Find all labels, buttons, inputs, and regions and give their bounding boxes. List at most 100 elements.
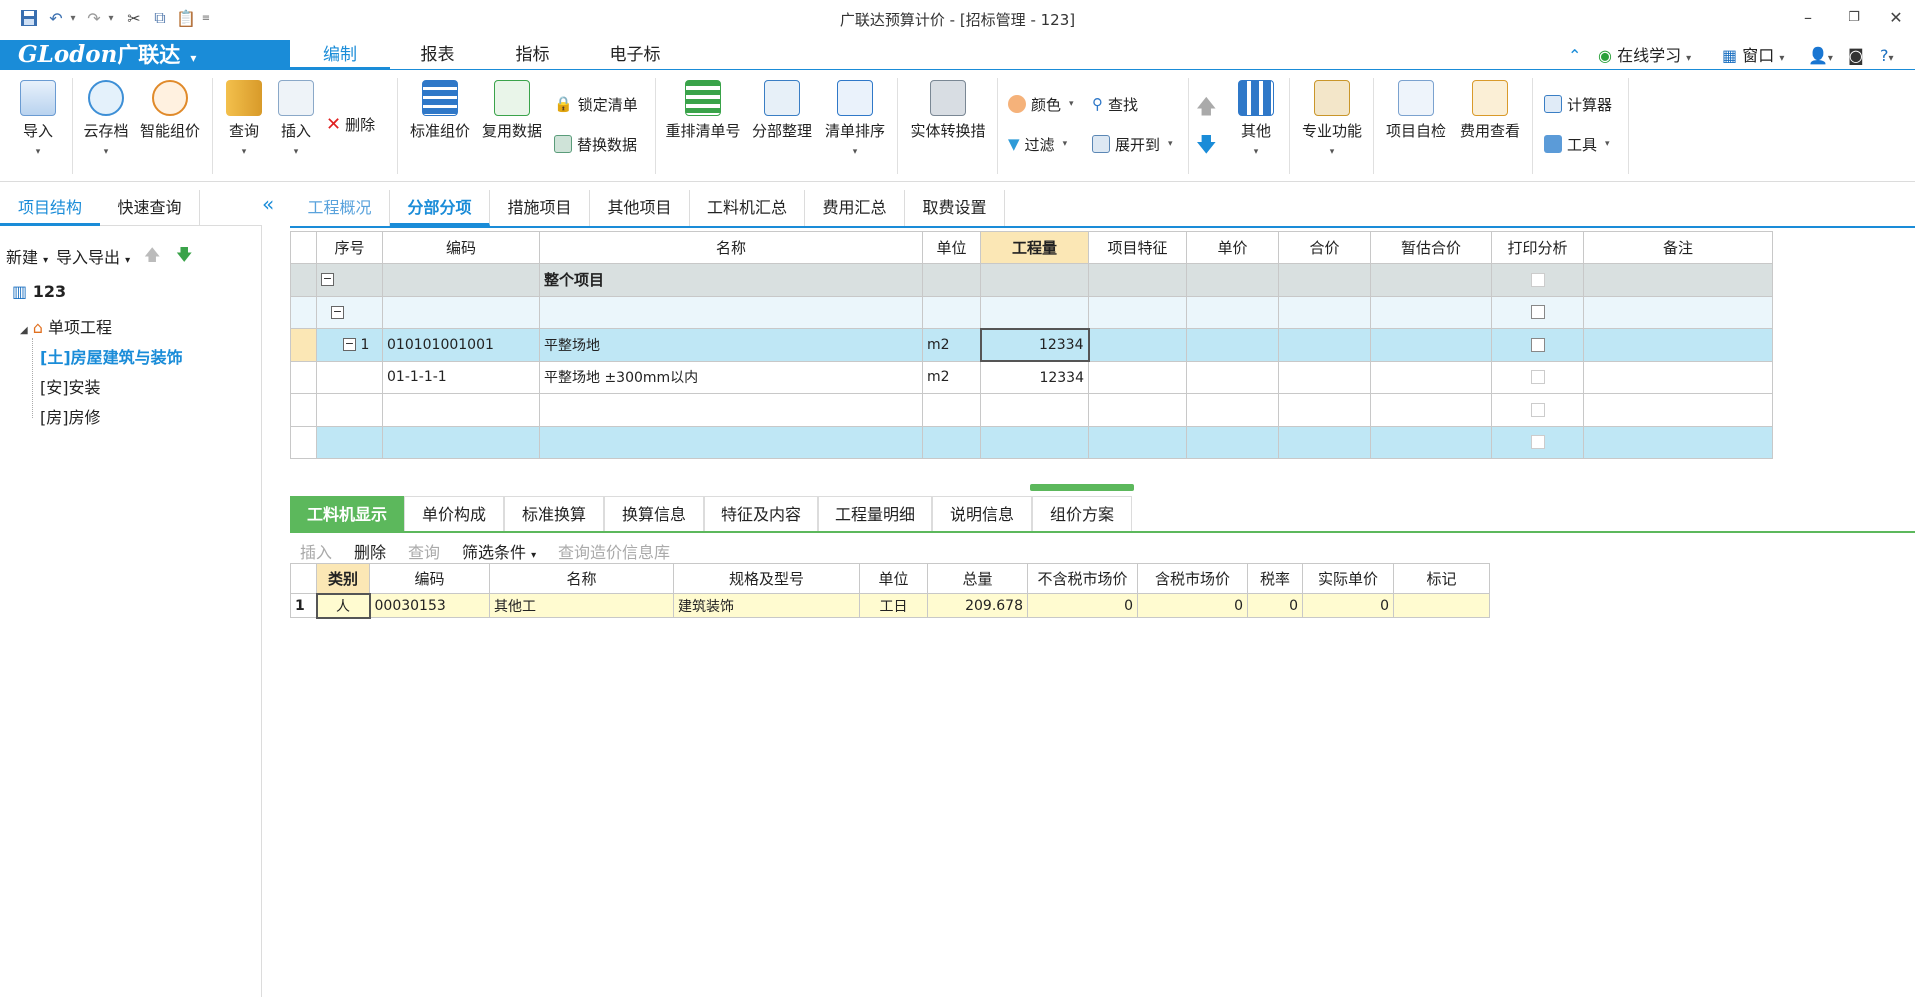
collapse-box-icon[interactable]: − (343, 338, 356, 352)
query-button[interactable]: 查询 ▾ (222, 80, 266, 157)
cell-price-in[interactable]: 0 (1137, 593, 1248, 618)
cell-code[interactable]: 01-1-1-1 (382, 360, 540, 394)
cell-print[interactable] (1491, 393, 1584, 427)
cell[interactable] (1278, 393, 1371, 427)
cell-code[interactable]: 00030153 (369, 593, 490, 618)
cell-seq[interactable] (316, 393, 383, 427)
tab-description[interactable]: 说明信息 (932, 496, 1032, 532)
col-header[interactable]: 规格及型号 (673, 563, 860, 594)
tab-project-overview[interactable]: 工程概况 (290, 190, 390, 226)
cloud-archive-button[interactable]: 云存档 ▾ (80, 80, 132, 157)
tab-features[interactable]: 特征及内容 (704, 496, 818, 532)
cell-name[interactable] (539, 295, 923, 329)
tab-pricing-plan[interactable]: 组价方案 (1032, 496, 1132, 532)
find-button[interactable]: ⚲ 查找 (1092, 92, 1138, 116)
cell[interactable] (1278, 263, 1371, 297)
cell[interactable] (1088, 425, 1187, 459)
cell-name[interactable]: 平整场地 ±300mm以内 (539, 360, 923, 394)
cell-qty[interactable] (980, 295, 1089, 329)
robot-icon[interactable]: ◙ (1848, 44, 1864, 68)
print-checkbox[interactable] (1530, 272, 1545, 287)
cell-qty[interactable] (980, 425, 1089, 459)
insert-button[interactable]: 插入 ▾ (274, 80, 318, 157)
tab-quantity-detail[interactable]: 工程量明细 (818, 496, 932, 532)
row-number[interactable]: 1 (290, 593, 317, 618)
tab-material-summary[interactable]: 工料机汇总 (690, 190, 805, 226)
row-header[interactable] (290, 295, 317, 329)
tab-sub-items[interactable]: 分部分项 (390, 190, 490, 226)
delete-button[interactable]: ✕ 删除 (326, 112, 375, 136)
cell-note[interactable] (1583, 263, 1773, 297)
cell-name[interactable]: 整个项目 (539, 263, 923, 297)
cell-note[interactable] (1583, 295, 1773, 329)
replace-data-button[interactable]: 替换数据 (554, 132, 637, 156)
user-icon[interactable]: 👤▾ (1808, 44, 1833, 68)
move-up-icon[interactable]: 🡅 (1196, 92, 1217, 126)
cell-seq[interactable] (316, 425, 383, 459)
sort-list-button[interactable]: 清单排序 ▾ (822, 80, 888, 157)
row-header[interactable] (290, 393, 317, 427)
cell-unit[interactable] (922, 295, 981, 329)
table-row[interactable] (290, 393, 1773, 427)
bottom-insert-button[interactable]: 插入 (300, 539, 332, 563)
cell[interactable] (1186, 263, 1279, 297)
tab-fee-settings[interactable]: 取费设置 (905, 190, 1005, 226)
cell-unit[interactable]: m2 (922, 360, 981, 394)
cell[interactable] (1370, 263, 1492, 297)
menu-tab-index[interactable]: 指标 (485, 40, 580, 70)
table-row[interactable]: 01-1-1-1 平整场地 ±300mm以内 m2 12334 (290, 360, 1773, 394)
tab-material-display[interactable]: 工料机显示 (290, 496, 404, 532)
cell-note[interactable] (1583, 393, 1773, 427)
table-row-selected[interactable]: − 1 010101001001 平整场地 m2 12334 (290, 327, 1773, 362)
smart-pricing-button[interactable]: 智能组价 (138, 80, 202, 141)
tab-unit-price[interactable]: 单价构成 (404, 496, 504, 532)
tab-conversion-info[interactable]: 换算信息 (604, 496, 704, 532)
cell[interactable] (1370, 425, 1492, 459)
cell[interactable] (1278, 360, 1371, 394)
cell-unit[interactable] (922, 425, 981, 459)
col-header[interactable]: 单价 (1186, 231, 1279, 264)
reuse-data-button[interactable]: 复用数据 (480, 80, 544, 141)
bottom-query-button[interactable]: 查询 (408, 539, 440, 563)
organize-button[interactable]: 分部整理 (750, 80, 814, 141)
renumber-button[interactable]: 重排清单号 (664, 80, 742, 141)
bottom-delete-button[interactable]: 删除 (354, 539, 386, 563)
cell[interactable] (1088, 263, 1187, 297)
cell[interactable] (1186, 328, 1279, 362)
tree-root[interactable]: ▥ 123 (12, 282, 66, 301)
cell-note[interactable] (1583, 425, 1773, 459)
import-button[interactable]: 导入 ▾ (14, 80, 62, 157)
col-header[interactable]: 总量 (927, 563, 1028, 594)
convert-measure-button[interactable]: 实体转换措 (906, 80, 990, 141)
cell-code[interactable]: 010101001001 (382, 328, 540, 362)
cell-unit[interactable] (922, 263, 981, 297)
cell-print[interactable] (1491, 360, 1584, 394)
cell-print[interactable] (1491, 425, 1584, 459)
cell[interactable] (1088, 393, 1187, 427)
cell-name[interactable] (539, 393, 923, 427)
cell-print[interactable] (1491, 295, 1584, 329)
lock-list-button[interactable]: 🔒 锁定清单 (554, 92, 638, 116)
cell-seq[interactable]: − (316, 263, 383, 297)
cell-print[interactable] (1491, 328, 1584, 362)
pro-function-button[interactable]: 专业功能 ▾ (1298, 80, 1366, 157)
minimize-icon[interactable]: – (1788, 4, 1828, 32)
move-down-icon[interactable]: 🡇 (1196, 130, 1217, 164)
splitter-handle[interactable] (1030, 484, 1134, 491)
cell-code[interactable] (382, 263, 540, 297)
cell[interactable] (1088, 328, 1187, 362)
cell-code[interactable] (382, 393, 540, 427)
tree-item-repair[interactable]: [房]房修 (40, 404, 101, 428)
cell-name[interactable] (539, 425, 923, 459)
cell-price-ex[interactable]: 0 (1027, 593, 1138, 618)
tab-fee-summary[interactable]: 费用汇总 (805, 190, 905, 226)
cell-seq[interactable]: − (316, 295, 383, 329)
tree-item-install[interactable]: [安]安装 (40, 374, 101, 398)
restore-icon[interactable]: ❐ (1834, 4, 1874, 32)
cell[interactable] (1278, 425, 1371, 459)
calculator-button[interactable]: 计算器 (1544, 92, 1612, 116)
cell-unit[interactable] (922, 393, 981, 427)
cell-unit[interactable]: 工日 (859, 593, 928, 618)
cell-print[interactable] (1491, 263, 1584, 297)
tree-up-icon[interactable]: 🡅 (144, 244, 160, 271)
